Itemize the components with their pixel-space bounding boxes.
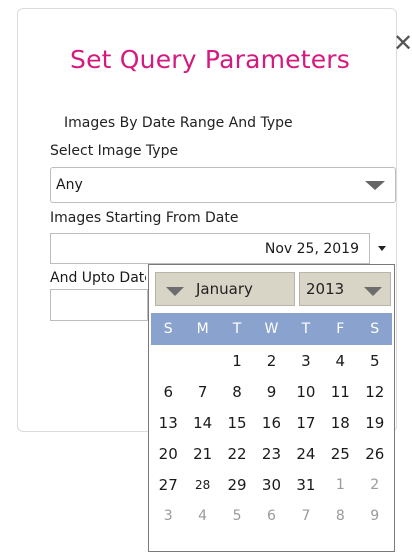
calendar-day[interactable]: 20 (151, 445, 185, 463)
calendar-day[interactable]: 12 (358, 383, 392, 401)
image-type-value: Any (56, 177, 83, 193)
calendar-day[interactable]: 23 (254, 445, 288, 463)
close-icon[interactable]: ✕ (393, 31, 412, 55)
calendar-day[interactable]: 8 (220, 383, 254, 401)
day-of-week-label: F (336, 321, 345, 337)
calendar-day[interactable]: 21 (185, 445, 219, 463)
calendar-day[interactable]: 6 (254, 508, 288, 524)
dialog-title: Set Query Parameters (70, 45, 351, 74)
calendar-day[interactable]: 11 (323, 383, 357, 401)
year-select[interactable]: 2013 (299, 272, 391, 306)
calendar-week-row: 3456789 (151, 500, 392, 531)
calendar-week-row: 20 21 22 23 24 25 26 (151, 438, 392, 469)
calendar-day[interactable]: 8 (323, 508, 357, 524)
day-of-week-label: M (196, 321, 209, 337)
calendar-week-row: 12345 (151, 345, 392, 376)
calendar-grid: SMTWTFS 1 2 3 4 5 6 7 8 9 10 11 12 13 14 15 16 17 18 19 20 2… (151, 313, 392, 531)
chevron-down-icon (166, 287, 184, 296)
calendar-week-row: 13 14 15 16 17 18 19 (151, 407, 392, 438)
start-date-value: Nov 25, 2019 (264, 241, 359, 257)
calendar-day[interactable]: 17 (289, 414, 323, 432)
day-of-week-label: T (232, 321, 242, 337)
chevron-down-icon (365, 181, 385, 190)
calendar-day[interactable]: 24 (289, 445, 323, 463)
date-picker-popup: January 2013 SMTWTFS 1 2 3 4 5 6 7 8 9 10 11 12 13 14… (148, 264, 395, 552)
calendar-day[interactable]: 1 (220, 352, 254, 370)
calendar-day[interactable]: 3 (151, 508, 185, 524)
calendar-week-row: 6 7 8 9 10 11 12 (151, 376, 392, 407)
calendar-day[interactable]: 31 (289, 476, 323, 494)
calendar-day[interactable]: 19 (358, 414, 392, 432)
calendar-day[interactable]: 22 (220, 445, 254, 463)
day-of-week-label: T (301, 321, 311, 337)
month-value: January (196, 280, 253, 298)
calendar-day[interactable]: 7 (185, 383, 219, 401)
calendar-day[interactable]: 10 (289, 383, 323, 401)
calendar-header: January 2013 (151, 269, 392, 309)
calendar-day[interactable]: 27 (151, 476, 185, 494)
calendar-day[interactable]: 9 (254, 383, 288, 401)
end-date-field[interactable] (50, 289, 148, 321)
calendar-day[interactable]: 14 (185, 414, 219, 432)
image-type-label: Select Image Type (50, 143, 179, 159)
start-date-label: Images Starting From Date (50, 210, 239, 226)
calendar-day[interactable]: 2 (254, 352, 288, 370)
calendar-day[interactable]: 26 (358, 445, 392, 463)
calendar-day[interactable]: 3 (289, 352, 323, 370)
calendar-day[interactable]: 9 (358, 508, 392, 524)
calendar-day[interactable]: 4 (185, 508, 219, 524)
calendar-day[interactable]: 2 (358, 477, 392, 493)
month-select[interactable]: January (155, 272, 295, 306)
calendar-day[interactable]: 15 (220, 414, 254, 432)
calendar-day[interactable]: 30 (254, 476, 288, 494)
day-of-week-label: S (163, 321, 173, 337)
end-date-label: And Upto Date (50, 270, 146, 286)
calendar-day[interactable]: 13 (151, 414, 185, 432)
calendar-week-row: 27 28 29 30 31 1 2 (151, 469, 392, 500)
calendar-day[interactable]: 6 (151, 383, 185, 401)
calendar-day[interactable]: 4 (323, 352, 357, 370)
calendar-day[interactable]: 1 (323, 477, 357, 493)
day-of-week-label: W (264, 321, 279, 337)
calendar-day[interactable]: 16 (254, 414, 288, 432)
chevron-down-icon (364, 287, 382, 296)
calendar-day[interactable]: 25 (323, 445, 357, 463)
start-date-dropdown-icon[interactable] (378, 246, 386, 251)
calendar-day[interactable]: 29 (220, 476, 254, 494)
calendar-day[interactable]: 5 (220, 508, 254, 524)
image-type-select[interactable]: Any (50, 167, 396, 203)
calendar-day[interactable]: 18 (323, 414, 357, 432)
calendar-day[interactable]: 5 (358, 352, 392, 370)
calendar-day[interactable]: 28 (185, 478, 219, 492)
days-of-week-row: SMTWTFS (151, 313, 392, 345)
day-of-week-label: S (370, 321, 380, 337)
start-date-field[interactable]: Nov 25, 2019 (50, 233, 370, 264)
subheading: Images By Date Range And Type (64, 115, 293, 131)
year-value: 2013 (306, 280, 345, 298)
calendar-day[interactable]: 7 (289, 508, 323, 524)
